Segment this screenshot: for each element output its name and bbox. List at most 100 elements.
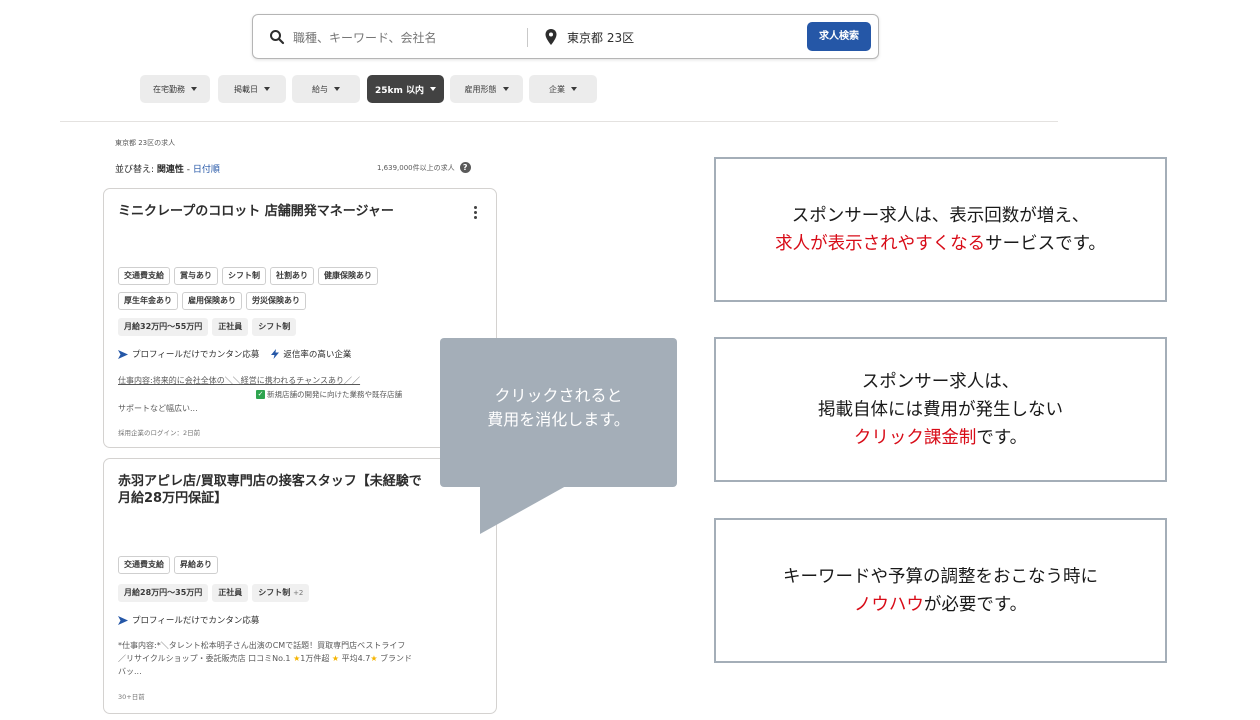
info1-line2-rest: サービスです。 bbox=[985, 233, 1106, 254]
callout-tail bbox=[480, 486, 566, 534]
keyword-input[interactable]: 職種、キーワード、会社名 bbox=[293, 29, 437, 46]
info3-line2-rest: が必要です。 bbox=[923, 594, 1028, 615]
caret-down-icon bbox=[191, 87, 197, 91]
salary-tags: 月給28万円～35万円 正社員 シフト制 +2 bbox=[118, 584, 310, 602]
search-bar: 職種、キーワード、会社名 東京都 23区 求人検索 bbox=[252, 14, 879, 59]
location-pin-icon bbox=[545, 29, 557, 45]
salary-tags: 月給32万円～55万円 正社員 シフト制 bbox=[118, 318, 297, 336]
sort-by-date-link[interactable]: 日付順 bbox=[193, 165, 220, 175]
snippet-line2b: 1万件超 bbox=[300, 654, 330, 663]
job-snippet-end: サポートなど幅広い... bbox=[118, 404, 198, 413]
snippet-line1: *仕事内容:*＼タレント松本明子さん出演のCMで話題！買取専門店ベストライフ bbox=[118, 641, 406, 650]
result-count-text: 1,639,000件以上の求人 bbox=[377, 163, 455, 172]
apply-row: プロフィールだけでカンタン応募 返信率の高い企業 bbox=[118, 348, 351, 360]
job-snippet: 仕事内容:将来的に会社全体の＼＼経営に携われるチャンスあり／／ bbox=[118, 376, 361, 385]
search-button[interactable]: 求人検索 bbox=[807, 22, 871, 51]
sort-relevance[interactable]: 関連性 bbox=[157, 165, 184, 175]
snippet-line3: バッ... bbox=[118, 667, 142, 676]
result-count: 1,639,000件以上の求人 ? bbox=[377, 162, 471, 173]
employment-tag: 正社員 bbox=[212, 584, 249, 602]
caret-down-icon bbox=[502, 87, 509, 91]
tag: 賞与あり bbox=[174, 267, 218, 285]
filter-salary[interactable]: 給与 bbox=[292, 75, 360, 103]
easy-apply-arrow-icon bbox=[118, 615, 128, 625]
benefit-tags: 交通費支給 昇給あり bbox=[118, 556, 218, 574]
info-box-pay-per-click: スポンサー求人は、 掲載自体には費用が発生しない クリック課金制です。 bbox=[714, 337, 1167, 482]
tag: 交通費支給 bbox=[118, 267, 170, 285]
shift-tag: シフト制 +2 bbox=[252, 584, 310, 602]
filter-label: 掲載日 bbox=[234, 84, 258, 94]
filter-company[interactable]: 企業 bbox=[529, 75, 597, 103]
star-icon: ★ bbox=[370, 654, 378, 663]
salary-tag: 月給28万円～35万円 bbox=[118, 584, 209, 602]
more-options-icon[interactable] bbox=[468, 205, 482, 221]
location-input[interactable]: 東京都 23区 bbox=[567, 29, 634, 46]
sort-separator: - bbox=[183, 165, 193, 175]
sort-prefix: 並び替え: bbox=[115, 165, 157, 175]
filter-label: 企業 bbox=[549, 84, 565, 94]
results-location-heading: 東京都 23区の求人 bbox=[115, 139, 176, 147]
snippet-line2a: ／リサイクルショップ・委託販売店 口コミNo.1 bbox=[118, 654, 291, 663]
tag: シフト制 bbox=[222, 267, 266, 285]
filter-label: 在宅勤務 bbox=[153, 84, 185, 94]
info2-line2: 掲載自体には費用が発生しない bbox=[818, 399, 1063, 420]
benefit-tags: 交通費支給 賞与あり シフト制 社割あり 健康保険あり bbox=[118, 267, 378, 285]
job-title[interactable]: ミニクレープのコロット 店舗開発マネージャー bbox=[118, 203, 394, 220]
info1-line1: スポンサー求人は、表示回数が増え、 bbox=[791, 205, 1090, 226]
search-icon bbox=[270, 30, 285, 45]
filter-label: 給与 bbox=[312, 84, 328, 94]
tag: 交通費支給 bbox=[118, 556, 170, 574]
tag: 昇給あり bbox=[174, 556, 218, 574]
easy-apply-label: プロフィールだけでカンタン応募 bbox=[132, 350, 260, 360]
filter-label: 25km 以内 bbox=[374, 85, 425, 96]
tag: 社割あり bbox=[270, 267, 314, 285]
job-title-line2: 月給28万円保証】 bbox=[118, 491, 228, 506]
snippet-line2c: 平均4.7 bbox=[341, 654, 371, 663]
filter-date-posted[interactable]: 掲載日 bbox=[218, 75, 286, 103]
response-rate-label: 返信率の高い企業 bbox=[283, 350, 352, 360]
snippet-check-text: 新規店舗の開発に向けた業務や既存店舗 bbox=[267, 390, 402, 399]
filter-employment-type[interactable]: 雇用形態 bbox=[450, 75, 523, 103]
salary-tag: 月給32万円～55万円 bbox=[118, 318, 209, 336]
job-title-line1: 赤羽アピレ店/買取専門店の接客スタッフ【未経験で bbox=[118, 474, 422, 489]
info2-highlight: クリック課金制 bbox=[853, 427, 977, 448]
filter-distance[interactable]: 25km 以内 bbox=[367, 75, 444, 103]
info2-line1: スポンサー求人は、 bbox=[861, 371, 1020, 392]
tag: 厚生年金あり bbox=[118, 292, 178, 310]
check-icon: ✓ bbox=[256, 390, 265, 399]
apply-row: プロフィールだけでカンタン応募 bbox=[118, 614, 259, 626]
help-icon[interactable]: ? bbox=[459, 162, 471, 173]
info2-line3-rest: です。 bbox=[976, 427, 1028, 448]
easy-apply-arrow-icon bbox=[118, 349, 128, 359]
job-meta: 採用企業のログイン：2日前 bbox=[118, 429, 201, 437]
shift-tag: シフト制 bbox=[252, 318, 297, 336]
filter-remote[interactable]: 在宅勤務 bbox=[140, 75, 210, 103]
job-title[interactable]: 赤羽アピレ店/買取専門店の接客スタッフ【未経験で 月給28万円保証】 bbox=[118, 473, 458, 507]
easy-apply-label: プロフィールだけでカンタン応募 bbox=[132, 616, 260, 626]
caret-down-icon bbox=[571, 87, 577, 91]
filter-label: 雇用形態 bbox=[464, 84, 497, 94]
caret-down-icon bbox=[264, 87, 270, 91]
shift-tag-label: シフト制 bbox=[258, 588, 291, 597]
info3-line1: キーワードや予算の調整をおこなう時に bbox=[783, 566, 1098, 587]
tag: 雇用保険あり bbox=[182, 292, 242, 310]
callout-text: クリックされると 費用を消化します。 bbox=[440, 384, 677, 432]
lightning-icon bbox=[271, 349, 280, 359]
job-meta: 30+日前 bbox=[118, 693, 145, 701]
job-card[interactable]: ミニクレープのコロット 店舗開発マネージャー 交通費支給 賞与あり シフト制 社… bbox=[103, 188, 497, 448]
callout-line2: 費用を消化します。 bbox=[487, 410, 630, 429]
divider-line bbox=[60, 121, 1058, 122]
info1-highlight: 求人が表示されやすくなる bbox=[775, 233, 986, 254]
star-icon: ★ bbox=[331, 654, 340, 663]
callout-line1: クリックされると bbox=[494, 386, 623, 405]
benefit-tags: 厚生年金あり 雇用保険あり 労災保険あり bbox=[118, 292, 306, 310]
caret-down-icon bbox=[430, 87, 437, 91]
job-snippet: *仕事内容:*＼タレント松本明子さん出演のCMで話題！買取専門店ベストライフ ／… bbox=[118, 639, 412, 678]
snippet-line2d: ブランド bbox=[380, 654, 413, 663]
snippet-check-line: ✓ 新規店舗の開発に向けた業務や既存店舗 bbox=[256, 389, 402, 400]
info-box-knowhow: キーワードや予算の調整をおこなう時に ノウハウが必要です。 bbox=[714, 518, 1167, 663]
employment-tag: 正社員 bbox=[212, 318, 249, 336]
search-divider bbox=[527, 28, 528, 47]
tag: 健康保険あり bbox=[318, 267, 378, 285]
job-card[interactable]: 赤羽アピレ店/買取専門店の接客スタッフ【未経験で 月給28万円保証】 交通費支給… bbox=[103, 458, 497, 714]
